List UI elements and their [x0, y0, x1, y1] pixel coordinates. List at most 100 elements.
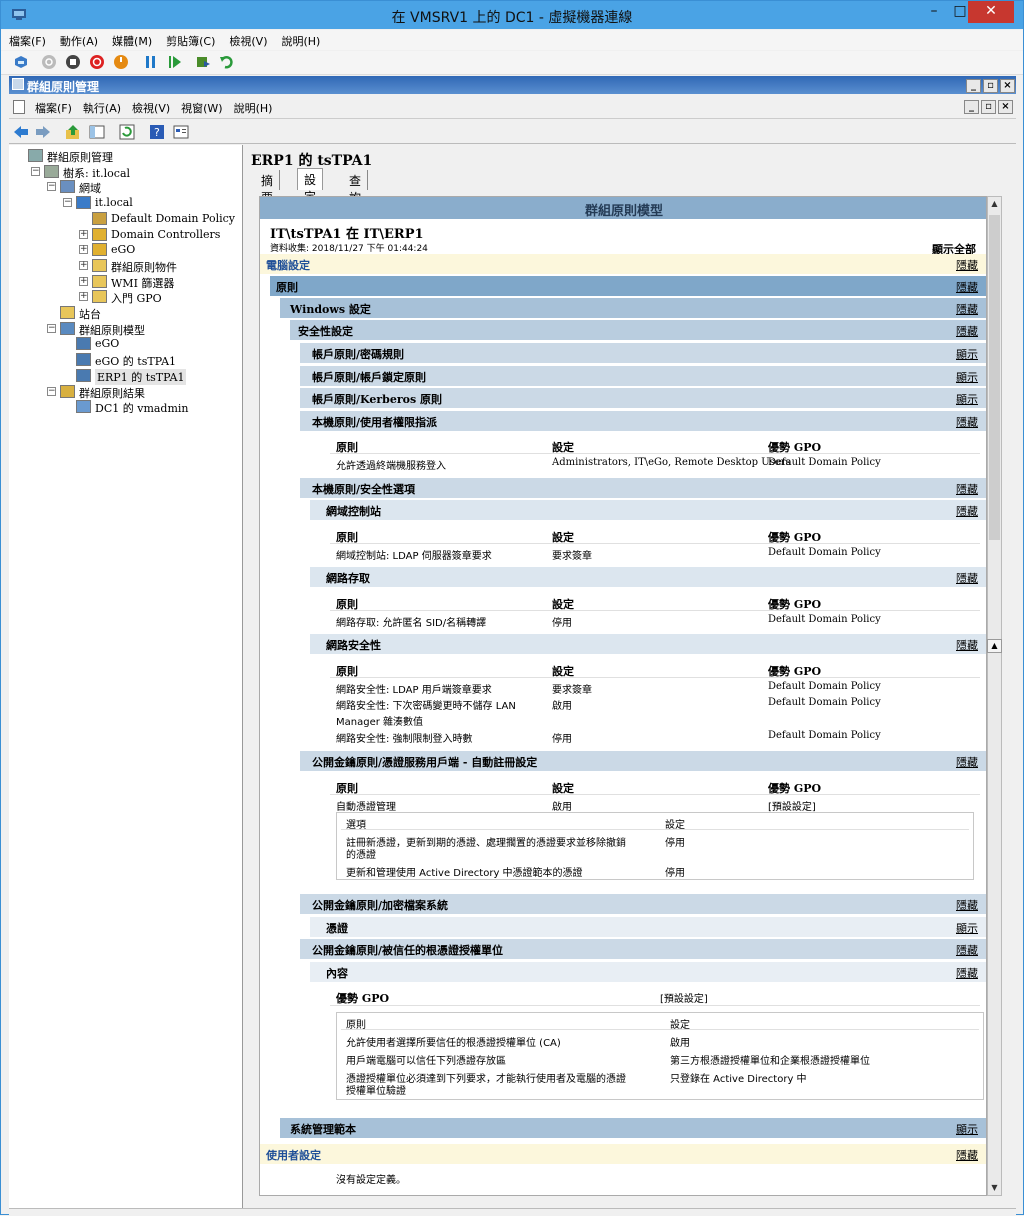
network-access-hide[interactable]: 隱藏 [956, 570, 978, 586]
pki-efs-label: 公開金鑰原則/加密檔案系統 [312, 899, 449, 912]
pause-icon[interactable] [143, 54, 159, 70]
report-scrollbar[interactable]: ▲ ▼ [987, 196, 1002, 1196]
pki-autoenroll-hide[interactable]: 隱藏 [956, 754, 978, 770]
child-restore-icon[interactable]: ▫ [981, 100, 996, 114]
mmc-restore-icon[interactable]: ▫ [983, 79, 998, 93]
computer-settings-label: 電腦設定 [266, 259, 310, 272]
collapse-icon[interactable]: − [47, 182, 56, 192]
properties-hide[interactable]: 隱藏 [956, 965, 978, 981]
resume-icon[interactable] [167, 54, 183, 70]
mmc-menu-action[interactable]: 執行(A) [77, 95, 126, 116]
mmc-title-bar: 群組原則管理 _ ▫ × [9, 76, 1016, 94]
mmc-menu-help[interactable]: 說明(H) [228, 95, 278, 116]
expand-icon[interactable]: + [79, 245, 88, 255]
dc-row-setting: 要求簽章 [552, 551, 592, 562]
up-level-icon[interactable] [65, 124, 81, 140]
back-arrow-icon[interactable] [13, 124, 29, 140]
user-settings-hide[interactable]: 隱藏 [956, 1147, 978, 1163]
ns-row-gpo: Default Domain Policy [768, 697, 881, 708]
account-password-show[interactable]: 顯示 [956, 346, 978, 362]
account-lockout-show[interactable]: 顯示 [956, 369, 978, 385]
mmc-minimize-icon[interactable]: _ [966, 79, 981, 93]
collapse-icon[interactable]: − [47, 386, 56, 396]
mmc-document-icon[interactable] [13, 100, 25, 114]
tr-row-policy-cont: 授權單位驗證 [346, 1086, 406, 1097]
user-settings-bar: 使用者設定 隱藏 [260, 1144, 986, 1164]
scroll-up-icon[interactable]: ▲ [988, 197, 1001, 211]
close-button[interactable]: ✕ [968, 1, 1014, 23]
security-options-hide[interactable]: 隱藏 [956, 481, 978, 497]
user-rights-label: 本機原則/使用者權限指派 [312, 416, 438, 429]
mmc-menu-view[interactable]: 檢視(V) [126, 95, 175, 116]
forward-arrow-icon[interactable] [35, 124, 51, 140]
checkpoint-icon[interactable] [195, 54, 211, 70]
save-state-icon[interactable] [113, 54, 129, 70]
refresh-icon[interactable] [119, 124, 135, 140]
pki-autoenroll-bar: 公開金鑰原則/憑證服務用戶端 - 自動註冊設定 隱藏 [300, 751, 986, 771]
tree-node-label: DC1 的 vmadmin [95, 402, 189, 416]
expand-icon[interactable]: + [79, 260, 88, 270]
pki-efs-hide[interactable]: 隱藏 [956, 897, 978, 913]
vm-menu-media[interactable]: 媒體(M) [104, 30, 158, 49]
mmc-toolbar: ? [9, 120, 1016, 144]
policies-label: 原則 [276, 281, 298, 294]
tr-row-policy: 用戶端電腦可以信任下列憑證存放區 [346, 1056, 506, 1067]
expand-icon[interactable]: + [79, 229, 88, 239]
collapse-icon[interactable]: − [47, 323, 56, 333]
vm-menu-view[interactable]: 檢視(V) [221, 30, 273, 49]
certificates-label: 憑證 [326, 922, 348, 935]
collapse-icon[interactable]: − [63, 198, 72, 208]
ae-opt-row: 註冊新憑證，更新到期的憑證、處理擱置的憑證要求並移除撤銷 [346, 838, 626, 849]
tab-settings[interactable]: 設定 [297, 168, 324, 204]
network-security-hide[interactable]: 隱藏 [956, 637, 978, 653]
domain-icon [76, 196, 91, 210]
vm-menu-action[interactable]: 動作(A) [52, 30, 104, 49]
admin-templates-bar: 系統管理範本 顯示 [280, 1118, 986, 1138]
vm-menu-file[interactable]: 檔案(F) [1, 30, 52, 49]
scroll-thumb[interactable] [989, 215, 1000, 540]
ctrl-alt-del-icon[interactable] [13, 54, 29, 70]
page-title: ERP1 的 tsTPA1 [251, 153, 373, 169]
pki-trusted-root-hide[interactable]: 隱藏 [956, 942, 978, 958]
account-kerberos-show[interactable]: 顯示 [956, 391, 978, 407]
start-icon[interactable] [41, 54, 57, 70]
scroll-down-icon[interactable]: ▼ [988, 1181, 1001, 1195]
properties-icon[interactable] [173, 124, 189, 140]
computer-settings-hide[interactable]: 隱藏 [956, 257, 978, 273]
ae-opt-val: 停用 [665, 868, 685, 879]
child-minimize-icon[interactable]: _ [964, 100, 979, 114]
vm-toolbar [1, 51, 1023, 75]
tab-summary[interactable]: 摘要 [255, 170, 281, 205]
turn-off-icon[interactable] [65, 54, 81, 70]
pane-scroll-up-icon[interactable]: ▲ [987, 639, 1002, 653]
expand-icon[interactable]: + [79, 292, 88, 302]
shutdown-icon[interactable] [89, 54, 105, 70]
expand-icon[interactable]: + [79, 276, 88, 286]
account-lockout-label: 帳戶原則/帳戶鎖定原則 [312, 371, 427, 384]
mmc-close-icon[interactable]: × [1000, 79, 1015, 93]
help-icon[interactable]: ? [149, 124, 165, 140]
child-close-icon[interactable]: × [998, 100, 1013, 114]
security-options-label: 本機原則/安全性選項 [312, 483, 416, 496]
collapse-icon[interactable]: − [31, 166, 40, 176]
site-icon [60, 306, 75, 319]
vm-menu-clipboard[interactable]: 剪貼簿(C) [158, 30, 221, 49]
windows-settings-hide[interactable]: 隱藏 [956, 301, 978, 317]
modeling-icon [60, 321, 75, 335]
mmc-menu-file[interactable]: 檔案(F) [29, 95, 77, 116]
revert-icon[interactable] [219, 54, 235, 70]
network-security-label: 網路安全性 [326, 639, 381, 652]
tree-node-label: WMI 篩選器 [111, 276, 175, 290]
mmc-menu-window[interactable]: 視窗(W) [175, 95, 227, 116]
vm-menu-help[interactable]: 說明(H) [273, 30, 326, 49]
domain-controller-hide[interactable]: 隱藏 [956, 503, 978, 519]
divider [330, 543, 980, 544]
certificates-show[interactable]: 顯示 [956, 920, 978, 936]
properties-label: 內容 [326, 967, 348, 980]
security-settings-hide[interactable]: 隱藏 [956, 323, 978, 339]
user-rights-hide[interactable]: 隱藏 [956, 414, 978, 430]
policies-hide[interactable]: 隱藏 [956, 279, 978, 295]
admin-templates-show[interactable]: 顯示 [956, 1121, 978, 1137]
tab-query[interactable]: 查詢 [343, 170, 369, 205]
show-hide-tree-icon[interactable] [89, 124, 105, 140]
